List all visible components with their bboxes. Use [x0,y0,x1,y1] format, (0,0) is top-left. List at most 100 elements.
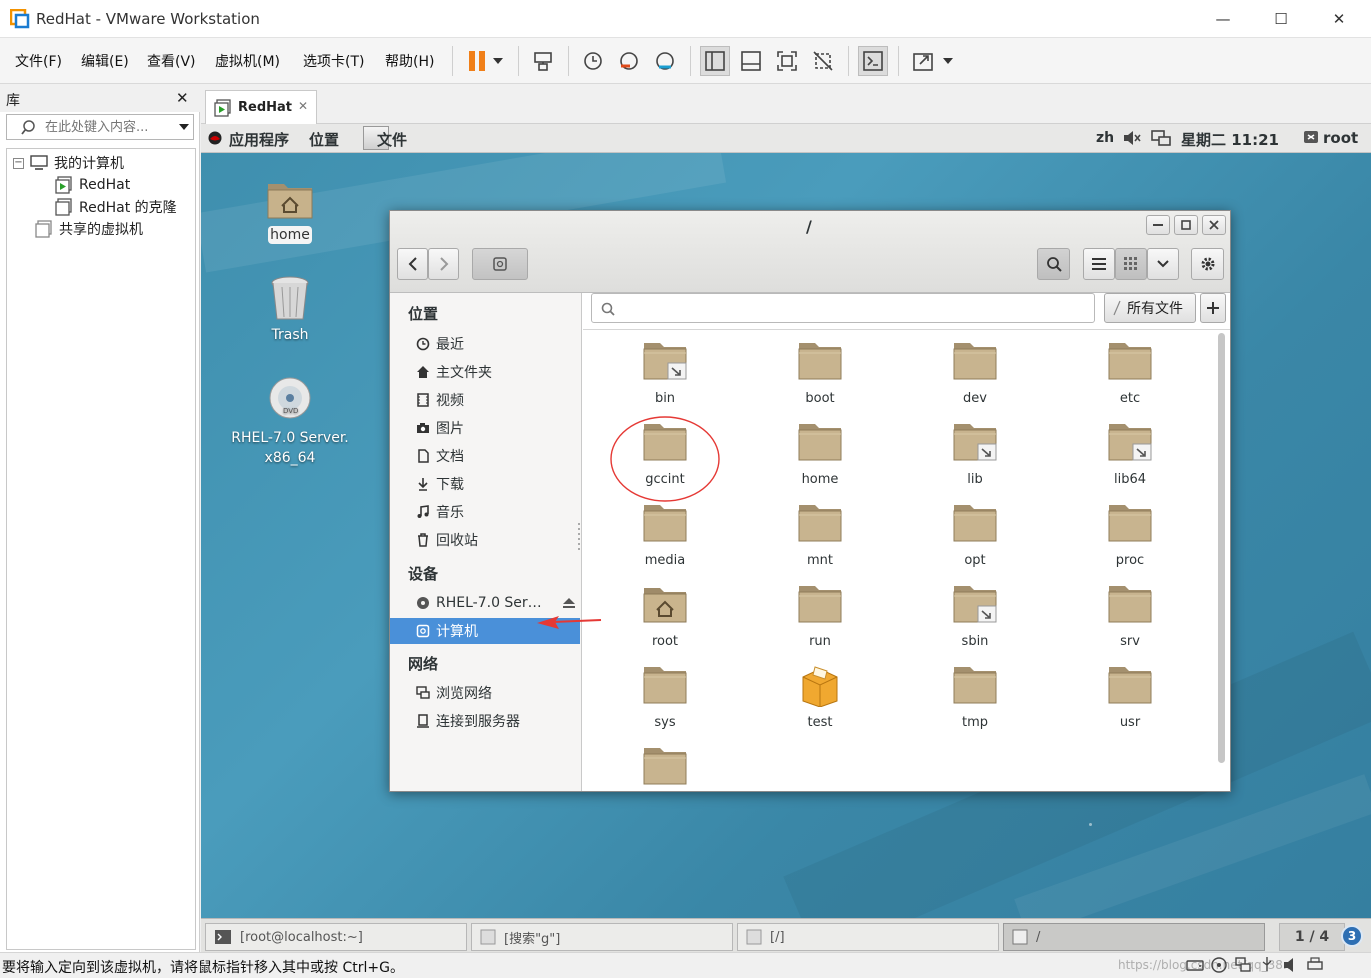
thumbnail-bar-button[interactable] [736,46,766,76]
file-item[interactable]: opt [920,501,1030,569]
sidebar-item-music[interactable]: 音乐 [390,499,580,525]
search-toggle-button[interactable] [1037,248,1070,280]
snapshot-button[interactable] [578,46,608,76]
file-item[interactable]: etc [1075,339,1185,407]
file-item[interactable]: sbin [920,582,1030,650]
sidebar-item-trash[interactable]: 回收站 [390,527,580,553]
tree-item-my-computer[interactable]: − 我的计算机 [13,152,124,174]
file-item[interactable]: dev [920,339,1030,407]
task-search-window[interactable]: [搜索"g"] [471,923,733,951]
file-item[interactable]: media [610,501,720,569]
snapshot-manager-button[interactable] [650,46,680,76]
library-search-box[interactable] [6,114,194,140]
close-button[interactable]: ✕ [1326,8,1352,30]
file-item[interactable]: home [765,420,875,488]
usb-icon[interactable] [1258,956,1276,974]
unity-button[interactable] [808,46,838,76]
file-item[interactable]: srv [1075,582,1185,650]
sidebar-item-connect-server[interactable]: 连接到服务器 [390,708,580,734]
back-button[interactable] [397,248,428,280]
clock[interactable]: 星期二 11:21 [1181,129,1279,150]
stretch-dropdown[interactable] [938,46,958,76]
sound-icon[interactable] [1282,956,1300,974]
cd-drive-icon[interactable] [1210,956,1228,974]
vertical-scrollbar[interactable] [1218,333,1225,763]
menu-edit[interactable]: 编辑(E) [81,51,129,71]
file-item[interactable]: test [765,663,875,731]
sidebar-item-downloads[interactable]: 下载 [390,471,580,497]
chevron-down-icon[interactable] [179,124,189,130]
settings-button[interactable] [1191,248,1224,280]
printer-icon[interactable] [1306,956,1324,974]
hard-disk-icon[interactable] [1186,956,1204,974]
show-library-button[interactable] [700,46,730,76]
vm-tab-close-button[interactable]: ✕ [298,99,308,113]
vm-tab-redhat[interactable]: RedHat ✕ [205,90,317,124]
user-status-icon[interactable] [1303,130,1319,146]
eject-icon[interactable] [562,597,576,609]
menu-vm[interactable]: 虚拟机(M) [215,51,280,71]
send-ctrl-alt-del-button[interactable] [528,46,558,76]
sidebar-resize-grip[interactable] [578,523,581,553]
task-terminal[interactable]: [root@localhost:~] [205,923,467,951]
file-item[interactable]: tmp [920,663,1030,731]
tree-item-redhat-clone[interactable]: RedHat 的克隆 [55,196,177,218]
view-options-button[interactable] [1147,248,1179,280]
fm-minimize-button[interactable] [1146,215,1170,235]
file-item[interactable]: usr [1075,663,1185,731]
grid-view-button[interactable] [1115,248,1147,280]
places-menu[interactable]: 位置 [309,129,339,150]
tree-item-shared-vms[interactable]: 共享的虚拟机 [35,218,143,240]
stretch-guest-button[interactable] [908,46,938,76]
network-status-icon[interactable] [1151,130,1171,146]
task-root-window[interactable]: [/] [737,923,999,951]
sidebar-item-videos[interactable]: 视频 [390,387,580,413]
file-item[interactable]: boot [765,339,875,407]
workspace-switcher[interactable]: 1 / 4 [1279,923,1345,951]
console-view-button[interactable] [858,46,888,76]
sidebar-item-recent[interactable]: 最近 [390,331,580,357]
tree-item-redhat[interactable]: RedHat [55,174,130,196]
file-item[interactable]: bin [610,339,720,407]
forward-button[interactable] [428,248,459,280]
file-item[interactable]: lib [920,420,1030,488]
files-menu[interactable]: 文件 [377,129,407,150]
power-dropdown[interactable] [488,46,508,76]
desktop-icon-home[interactable]: home [230,178,350,244]
task-active-window[interactable]: / [1003,923,1265,951]
file-item[interactable] [610,744,720,812]
volume-icon[interactable] [1123,130,1141,146]
revert-snapshot-button[interactable] [614,46,644,76]
file-item[interactable]: proc [1075,501,1185,569]
message-tray-badge[interactable]: 3 [1341,925,1363,947]
maximize-button[interactable]: ☐ [1268,8,1294,30]
menu-tabs[interactable]: 选项卡(T) [303,51,364,71]
collapse-toggle-icon[interactable]: − [13,157,24,169]
menu-help[interactable]: 帮助(H) [385,51,434,71]
sidebar-item-browse-network[interactable]: 浏览网络 [390,680,580,706]
file-item[interactable]: mnt [765,501,875,569]
sidebar-item-documents[interactable]: 文档 [390,443,580,469]
fm-close-button[interactable] [1202,215,1226,235]
sidebar-item-pictures[interactable]: 图片 [390,415,580,441]
minimize-button[interactable]: — [1210,8,1236,30]
input-method-indicator[interactable]: zh [1096,130,1114,146]
desktop-icon-dvd[interactable]: DVD RHEL-7.0 Server. x86_64 [230,376,350,468]
library-close-button[interactable]: ✕ [176,89,189,107]
menu-file[interactable]: 文件(F) [15,51,62,71]
network-adapter-icon[interactable] [1234,956,1252,974]
library-search-input[interactable] [45,117,175,137]
fullscreen-button[interactable] [772,46,802,76]
applications-menu[interactable]: 应用程序 [229,129,289,150]
file-item[interactable]: root [610,582,720,650]
sidebar-item-home[interactable]: 主文件夹 [390,359,580,385]
file-item[interactable]: lib64 [1075,420,1185,488]
list-view-button[interactable] [1083,248,1115,280]
file-item[interactable]: run [765,582,875,650]
desktop-icon-trash[interactable]: Trash [230,273,350,343]
fm-maximize-button[interactable] [1174,215,1198,235]
path-bar-computer[interactable] [472,248,528,280]
user-menu[interactable]: root [1323,129,1358,147]
file-item[interactable]: sys [610,663,720,731]
menu-view[interactable]: 查看(V) [147,51,196,71]
